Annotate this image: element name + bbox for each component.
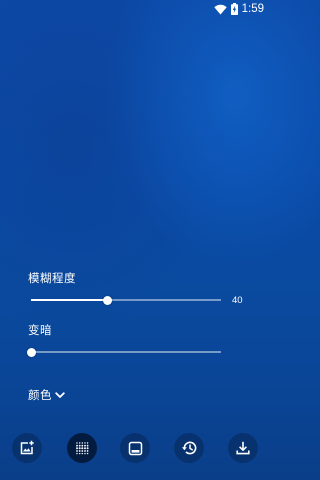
add-photo-icon <box>20 440 34 455</box>
history-icon <box>182 441 197 455</box>
status-bar: 1:59 <box>0 0 270 18</box>
bottom-panel-button[interactable] <box>120 433 150 463</box>
dim-slider-thumb[interactable] <box>26 347 36 357</box>
download-icon <box>236 441 250 455</box>
blur-slider[interactable] <box>31 294 221 306</box>
history-button[interactable] <box>174 433 204 463</box>
status-icons: 1:59 <box>213 2 264 16</box>
blur-slider-fill <box>31 299 107 301</box>
clock: 1:59 <box>241 3 264 15</box>
dim-slider[interactable] <box>26 346 221 358</box>
color-label: 颜色 <box>28 388 52 402</box>
blur-slider-thumb[interactable] <box>102 295 112 305</box>
dim-label: 变暗 <box>28 323 52 337</box>
download-button[interactable] <box>228 433 258 463</box>
dim-slider-track[interactable] <box>31 351 221 353</box>
color-dropdown[interactable]: 颜色 <box>28 387 65 403</box>
wifi-icon <box>213 4 227 14</box>
chevron-down-icon <box>55 391 65 398</box>
battery-charging-icon <box>230 3 238 15</box>
dot-grid-icon <box>76 442 89 455</box>
blur-value: 40 <box>232 295 243 306</box>
blur-label: 模糊程度 <box>28 271 76 285</box>
bottom-panel-icon <box>128 441 142 455</box>
add-photo-button[interactable] <box>12 433 42 463</box>
bottom-toolbar <box>0 433 270 465</box>
blur-grid-button[interactable] <box>67 433 97 463</box>
